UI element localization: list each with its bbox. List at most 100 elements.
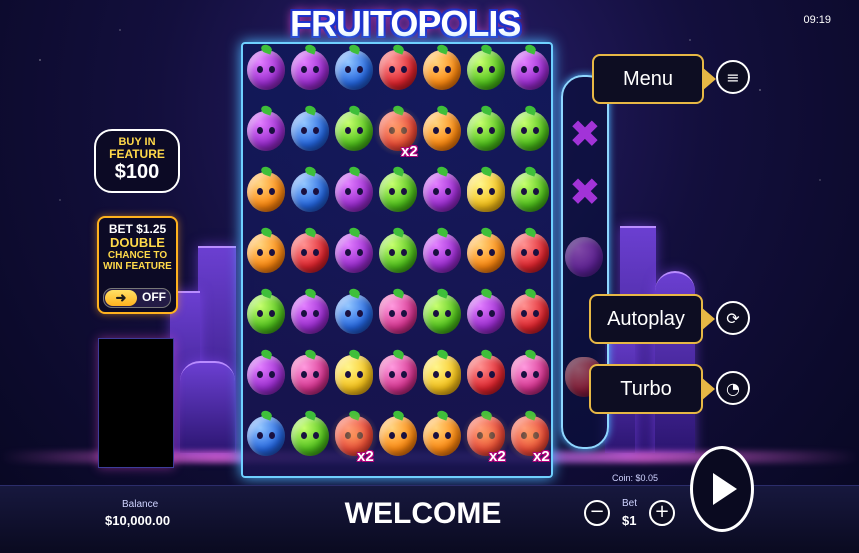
menu-label: Menu [622,67,674,90]
double-chance-panel: BET $1.25 DOUBLE CHANCE TO WIN FEATURE ➜… [97,216,178,314]
orange-fruit-symbol [247,165,285,212]
eyes [520,310,540,317]
leaf [259,104,274,116]
grape-fruit-symbol [379,348,417,395]
leaf [391,165,406,177]
eyes [256,310,276,317]
leaf [259,226,274,238]
eyes [256,432,276,439]
orange-fruit-symbol [379,409,417,456]
leaf [347,348,362,360]
leaf [435,287,450,299]
green-fruit-symbol [335,104,373,151]
leaf [259,165,274,177]
eyes [520,249,540,256]
leaf [391,348,406,360]
purple-fruit-symbol [467,287,505,334]
leaf [479,287,494,299]
leaf [303,43,318,55]
purple-fruit-symbol [247,348,285,395]
green-fruit-symbol [247,287,285,334]
eyes [520,127,540,134]
green-fruit-symbol [511,104,549,151]
purple-fruit-symbol [335,165,373,212]
leaf [435,348,450,360]
leaf [259,409,274,421]
menu-pointer [702,67,716,91]
leaf [347,165,362,177]
double-chance-toggle[interactable]: ➜ OFF [103,288,171,308]
leaf [303,104,318,116]
red-fruit-symbol [511,226,549,273]
eyes [432,66,452,73]
purple-fruit-symbol [291,287,329,334]
leaf [303,287,318,299]
eyes [300,249,320,256]
reel-grid: x2 x2 x2 x2 [241,42,555,478]
leaf [391,43,406,55]
leaf [479,165,494,177]
arrow-right-icon: ➜ [105,290,137,306]
eyes [432,310,452,317]
leaf [303,348,318,360]
leaf [435,165,450,177]
multiplier-label: x2 [357,448,374,465]
blue-fruit-symbol [335,287,373,334]
purple-fruit-symbol [291,43,329,90]
leaf [303,226,318,238]
blue-fruit-symbol [291,165,329,212]
buy-feature-line2: FEATURE [109,147,165,161]
eyes [388,66,408,73]
autoplay-icon[interactable]: ⟳ [716,301,750,335]
bet-value: $1 [622,513,637,528]
purple-fruit-symbol [511,43,549,90]
eyes [344,66,364,73]
green-fruit-symbol [467,43,505,90]
speedometer-icon[interactable]: ◔ [716,371,750,405]
close-x-icon: ✖ [569,170,601,214]
eyes [300,188,320,195]
purple-fruit-symbol [247,104,285,151]
purple-fruit-symbol [423,165,461,212]
eyes [344,310,364,317]
eyes [344,249,364,256]
bet-increase-button[interactable]: + [649,500,675,526]
orange-fruit-symbol [423,104,461,151]
grape-fruit-symbol [379,287,417,334]
bet-decrease-button[interactable]: − [584,500,610,526]
menu-button[interactable]: Menu [592,54,716,104]
buy-feature-button[interactable]: BUY IN FEATURE $100 [94,129,180,193]
play-icon [713,473,737,505]
turbo-button[interactable]: Turbo [589,364,715,414]
leaf [347,287,362,299]
balance-value: $10,000.00 [105,513,171,528]
autoplay-button[interactable]: Autoplay [589,294,715,344]
eyes [432,432,452,439]
leaf [435,226,450,238]
eyes [432,188,452,195]
eyes [256,66,276,73]
eyes [432,127,452,134]
hamburger-icon[interactable]: ≡ [716,60,750,94]
blue-fruit-symbol [335,43,373,90]
leaf [259,43,274,55]
purple-fruit-symbol [247,43,285,90]
red-fruit-symbol [379,43,417,90]
eyes [476,371,496,378]
eyes [388,188,408,195]
leaf [391,287,406,299]
leaf [479,226,494,238]
eyes [520,188,540,195]
multiplier-label: x2 [533,448,550,465]
eyes [256,249,276,256]
eyes [520,371,540,378]
pine-fruit-symbol [335,348,373,395]
double-chance-title: DOUBLE [110,235,165,250]
leaf [523,348,538,360]
spin-button[interactable] [690,446,754,532]
green-fruit-symbol [423,287,461,334]
red-fruit-symbol [511,287,549,334]
eyes [300,66,320,73]
green-fruit-symbol [467,104,505,151]
eyes [432,249,452,256]
